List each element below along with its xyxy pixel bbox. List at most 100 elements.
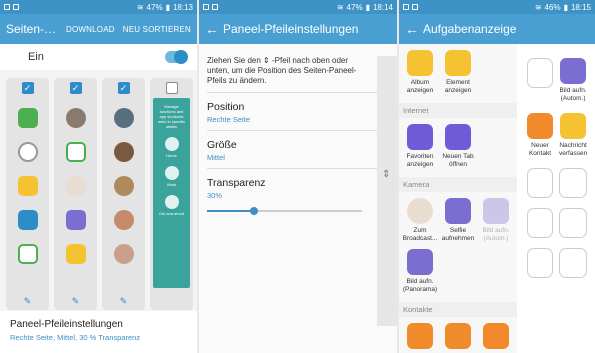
avatar xyxy=(65,176,86,196)
task-label: Neuen Tab öffnen xyxy=(442,153,474,168)
avatar xyxy=(113,176,134,196)
panel-routines[interactable]: Manage functions and app shortcuts used … xyxy=(150,78,193,310)
task-label: Favoriten anzeigen xyxy=(406,153,434,168)
transparency-slider[interactable] xyxy=(207,206,362,216)
position-label: Position xyxy=(207,101,245,113)
routine-out: Out and about xyxy=(158,211,185,216)
task-group-contacts xyxy=(399,317,517,353)
work-icon xyxy=(164,166,179,180)
notification-icon xyxy=(13,4,19,10)
filled-slot[interactable]: Nachricht verfassen xyxy=(559,113,587,158)
divider xyxy=(207,130,377,131)
slider-thumb[interactable] xyxy=(249,207,258,215)
panel-checkbox[interactable]: ✓ xyxy=(69,82,82,94)
filled-slot[interactable]: Neuer Kontakt xyxy=(527,113,553,158)
arrow-track xyxy=(377,56,397,326)
task-item[interactable] xyxy=(477,321,515,352)
app-bar: Seiten-Pa... DOWNLOAD NEU SORTIEREN xyxy=(0,14,197,44)
gallery-icon xyxy=(445,50,471,76)
download-button[interactable]: DOWNLOAD xyxy=(66,25,115,34)
task-label: Element anzeigen xyxy=(444,79,472,94)
wifi-icon: ≋ xyxy=(136,2,144,12)
calendar-icon xyxy=(65,142,86,162)
slot-label: Neuer Kontakt xyxy=(528,142,552,157)
app-bar: ← Paneel-Pfeileinstellungen xyxy=(199,14,397,44)
routine-home: Home xyxy=(166,153,177,158)
clock-icon xyxy=(17,142,38,162)
task-item[interactable]: Neuen Tab öffnen xyxy=(439,122,477,169)
empty-slot[interactable] xyxy=(527,168,553,198)
task-edge-screen: ≋ 46% ▮ 18:15 ← Aufgabenanzeige Album an… xyxy=(399,0,595,353)
filled-slot[interactable]: Bild aufn. (Autom.) xyxy=(559,58,587,103)
task-item[interactable]: Bild aufn. (Autom.) xyxy=(477,196,515,243)
contact-icon xyxy=(527,113,553,139)
avatar xyxy=(113,108,134,128)
task-item[interactable]: Bild aufn. (Panorama) xyxy=(401,247,439,294)
slot-label: Nachricht verfassen xyxy=(559,142,588,157)
contact-icon xyxy=(445,323,471,349)
status-bar: ≋ 47% ▮ 18:13 xyxy=(0,0,197,14)
page-title: Aufgabenanzeige xyxy=(423,22,517,36)
notification-icon xyxy=(4,4,10,10)
page-title: Paneel-Pfeileinstellungen xyxy=(223,22,359,36)
home-icon xyxy=(164,137,179,151)
divider xyxy=(207,92,377,93)
size-label: Größe xyxy=(207,139,237,151)
calendar-icon xyxy=(17,244,38,264)
panel-apps[interactable]: ✓ ✎ xyxy=(6,78,49,310)
internet-icon xyxy=(407,124,433,150)
empty-slot[interactable] xyxy=(559,208,588,238)
panel-checkbox[interactable] xyxy=(165,82,178,94)
pencil-icon[interactable]: ✎ xyxy=(23,296,33,306)
slot-label: Bild aufn. (Autom.) xyxy=(559,87,587,102)
task-item[interactable]: Element anzeigen xyxy=(439,48,477,95)
size-value: Mittel xyxy=(207,153,225,162)
section-header-contacts: Kontakte xyxy=(399,302,517,317)
task-item[interactable]: Selfie aufnehmen xyxy=(439,196,477,243)
panel-people[interactable]: ✓ ✎ xyxy=(102,78,145,310)
arrow-settings-item[interactable]: Paneel-Pfeileinstellungen Rechte Seite, … xyxy=(0,311,197,353)
back-arrow-icon[interactable]: ← xyxy=(405,21,423,37)
edge-slot-grid: Bild aufn. (Autom.) Neuer Kontakt Nachri… xyxy=(517,44,595,353)
empty-slot[interactable] xyxy=(527,248,553,278)
position-setting[interactable]: Position Rechte Seite xyxy=(207,101,377,124)
wifi-icon: ≋ xyxy=(534,2,542,12)
camera-icon xyxy=(560,58,587,84)
task-group-camera: Zum Broadcast... Selfie aufnehmen Bild a… xyxy=(399,192,517,302)
pencil-icon[interactable]: ✎ xyxy=(119,296,129,306)
slider-fill xyxy=(207,210,254,212)
contact-icon xyxy=(407,323,433,349)
battery-icon: ▮ xyxy=(563,2,568,12)
empty-slot[interactable] xyxy=(559,248,588,278)
panel-checkbox[interactable]: ✓ xyxy=(117,82,130,94)
arrow-settings-screen: ≋ 47% ▮ 18:14 ← Paneel-Pfeileinstellunge… xyxy=(199,0,397,353)
transparency-setting: Transparenz 30% xyxy=(207,177,377,216)
panel-checkbox[interactable]: ✓ xyxy=(21,82,34,94)
task-item[interactable]: Zum Broadcast... xyxy=(401,196,439,243)
size-setting[interactable]: Größe Mittel xyxy=(207,139,377,162)
task-item[interactable] xyxy=(439,321,477,352)
app-bar: ← Aufgabenanzeige xyxy=(399,14,595,44)
task-item[interactable]: Favoriten anzeigen xyxy=(401,122,439,169)
empty-slot[interactable] xyxy=(527,58,553,88)
task-item[interactable] xyxy=(401,321,439,352)
routine-preview: Manage functions and app shortcuts used … xyxy=(153,98,190,288)
drag-handle-icon[interactable]: ⇕ xyxy=(382,169,390,180)
avatar xyxy=(65,108,86,128)
task-label: Selfie aufnehmen xyxy=(441,227,475,242)
reorder-button[interactable]: NEU SORTIEREN xyxy=(123,25,191,34)
camera-icon xyxy=(445,198,471,224)
footer-title: Paneel-Pfeileinstellungen xyxy=(10,319,123,330)
empty-slot[interactable] xyxy=(559,168,588,198)
master-switch[interactable] xyxy=(165,50,188,64)
position-value: Rechte Seite xyxy=(207,115,250,124)
battery-level: 47% xyxy=(146,2,163,12)
pencil-icon[interactable]: ✎ xyxy=(71,296,81,306)
empty-slot[interactable] xyxy=(527,208,553,238)
notification-icon xyxy=(203,4,209,10)
back-arrow-icon[interactable]: ← xyxy=(205,21,223,37)
panel-tasks[interactable]: ✓ ✎ xyxy=(54,78,97,310)
section-header-internet: Internet xyxy=(399,103,517,118)
task-item[interactable]: Album anzeigen xyxy=(401,48,439,95)
master-switch-row[interactable]: Ein xyxy=(0,44,197,70)
